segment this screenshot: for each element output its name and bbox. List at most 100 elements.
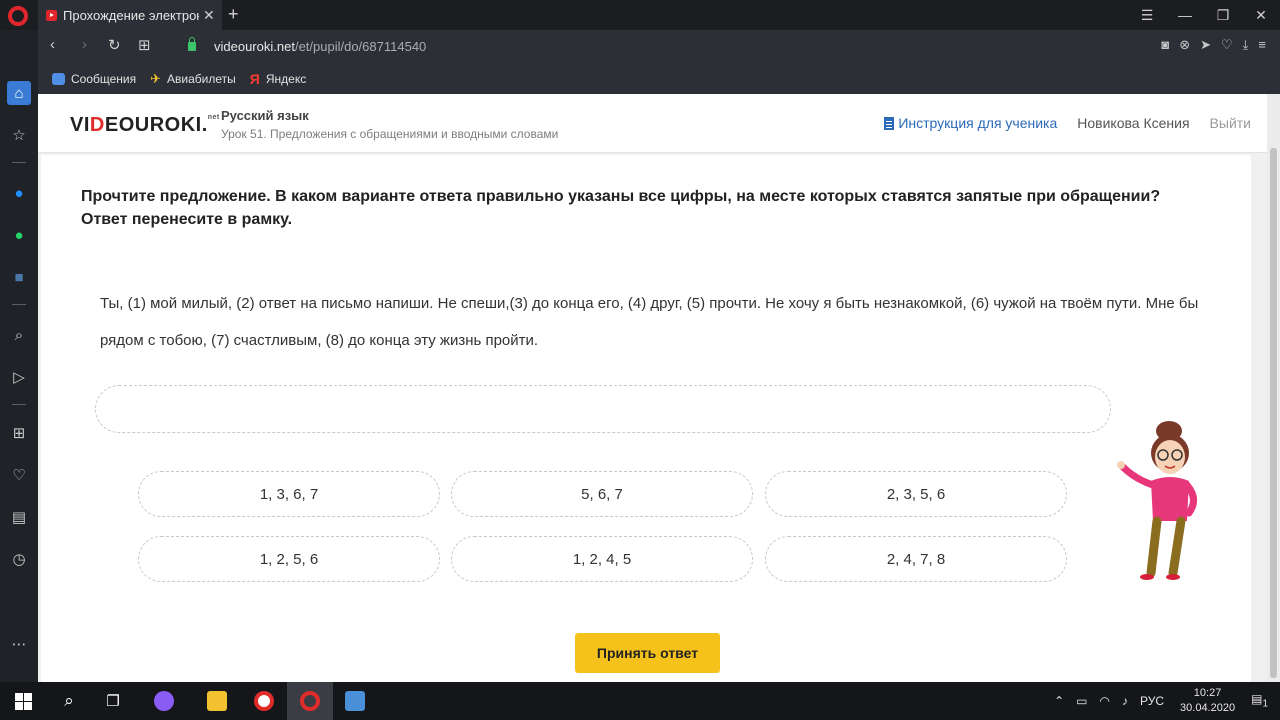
address-actions: ◙ ⊗ ➤ ♡ ⤓ ≡ — [1161, 37, 1266, 53]
snapshot-icon[interactable]: ◙ — [1161, 37, 1169, 53]
file-explorer-icon[interactable] — [194, 682, 240, 720]
address-bar: ‹ › ↻ ⊞ videouroki.net/et/pupil/do/68711… — [38, 30, 1280, 64]
videouroki-logo[interactable]: VIDEOUROKI.net — [70, 114, 220, 137]
yandex-browser-icon[interactable] — [241, 682, 287, 720]
news-icon[interactable]: ▤ — [7, 505, 31, 529]
course-info: Русский язык Урок 51. Предложения с обра… — [221, 108, 558, 141]
opera-sidebar: ⌂ ☆ ● ● ■ ⌕ ▷ ⊞ ♡ ▤ ◷ ⋯ — [0, 30, 38, 682]
window-close-icon[interactable]: ✕ — [1242, 0, 1280, 30]
answer-option[interactable]: 5, 6, 7 — [451, 471, 753, 517]
notification-count: 1 — [1262, 698, 1268, 710]
task-card: Прочтите предложение. В каком варианте о… — [41, 155, 1251, 682]
bookmark-avia[interactable]: ✈ Авиабилеты — [150, 72, 236, 86]
answer-option[interactable]: 2, 4, 7, 8 — [765, 536, 1067, 582]
adblock-icon[interactable]: ⊗ — [1179, 37, 1190, 53]
system-tray: ⌃ ▭ ◠ ♪ РУС 10:27 30.04.2020 ▤1 — [1048, 682, 1280, 720]
messenger-icon[interactable]: ● — [7, 181, 31, 205]
scrollbar-thumb[interactable] — [1270, 148, 1277, 678]
battery-icon[interactable]: ▭ — [1076, 694, 1087, 708]
logo-suffix: net — [207, 114, 220, 121]
volume-icon[interactable]: ♪ — [1122, 694, 1128, 708]
web-page: VIDEOUROKI.net Русский язык Урок 51. Пре… — [38, 94, 1267, 682]
bookmarks-star-icon[interactable]: ☆ — [7, 123, 31, 147]
instruction-link[interactable]: Инструкция для ученика — [884, 115, 1057, 131]
question-text: Прочтите предложение. В каком варианте о… — [81, 188, 1161, 228]
whatsapp-icon[interactable]: ● — [7, 223, 31, 247]
url-host: videouroki.net — [214, 39, 295, 54]
browser-tab-bar: Прохождение электронного ✕ + ☰ — ❐ ✕ — [0, 0, 1280, 30]
opera-taskbar-icon[interactable] — [287, 682, 333, 720]
bookmark-label: Сообщения — [71, 72, 137, 86]
bookmark-messages[interactable]: Сообщения — [52, 72, 136, 86]
bookmark-yandex[interactable]: Я Яндекс — [250, 72, 306, 86]
tab-close-icon[interactable]: ✕ — [203, 7, 215, 24]
sidebar-divider — [12, 404, 26, 405]
clock-date: 30.04.2020 — [1180, 702, 1236, 714]
logout-link[interactable]: Выйти — [1210, 115, 1251, 131]
favorites-heart-icon[interactable]: ♡ — [7, 463, 31, 487]
back-icon[interactable]: ‹ — [50, 36, 55, 53]
start-button[interactable] — [0, 682, 46, 720]
opera-logo-icon[interactable] — [8, 6, 28, 26]
user-name[interactable]: Новикова Ксения — [1077, 115, 1189, 131]
browser-tab-active[interactable]: Прохождение электронного ✕ — [38, 0, 222, 30]
taskbar-search-icon[interactable]: ⌕ — [46, 682, 92, 720]
reload-icon[interactable]: ↻ — [108, 36, 121, 54]
easy-setup-icon[interactable]: ≡ — [1258, 37, 1266, 53]
plane-icon: ✈ — [150, 71, 162, 86]
answer-option[interactable]: 1, 2, 4, 5 — [451, 536, 753, 582]
tab-menu-icon[interactable]: ☰ — [1128, 0, 1166, 30]
yandex-icon: Я — [249, 71, 260, 87]
new-tab-button[interactable]: + — [228, 4, 239, 25]
history-icon[interactable]: ◷ — [7, 547, 31, 571]
windows-logo-icon — [14, 692, 32, 710]
wifi-icon[interactable]: ◠ — [1100, 694, 1110, 708]
bookmark-label: Яндекс — [265, 72, 307, 86]
header-actions: Инструкция для ученика Новикова Ксения В… — [884, 115, 1251, 131]
download-icon[interactable]: ⤓ — [1243, 37, 1249, 53]
submit-answer-button[interactable]: Принять ответ — [575, 633, 720, 673]
minimize-icon[interactable]: — — [1166, 0, 1204, 30]
page-scrollbar[interactable] — [1267, 94, 1280, 682]
heart-icon[interactable]: ♡ — [1221, 37, 1233, 53]
logo-accent: D — [89, 114, 105, 136]
more-icon[interactable]: ⋯ — [7, 632, 31, 656]
speed-dial-icon[interactable]: ⊞ — [138, 36, 151, 54]
lesson-title: Урок 51. Предложения с обращениями и вво… — [221, 127, 559, 141]
task-view-icon[interactable]: ❐ — [90, 682, 136, 720]
instruction-label: Инструкция для ученика — [898, 115, 1058, 131]
sidebar-divider — [12, 162, 26, 163]
clock[interactable]: 10:27 30.04.2020 — [1180, 686, 1235, 716]
forward-icon[interactable]: › — [82, 36, 87, 53]
answer-option[interactable]: 2, 3, 5, 6 — [765, 471, 1067, 517]
search-icon[interactable]: ⌕ — [7, 323, 31, 347]
logo-text: EOUROKI. — [104, 114, 208, 136]
window-controls: ☰ — ❐ ✕ — [1128, 0, 1280, 30]
flow-icon[interactable]: ▷ — [7, 365, 31, 389]
vk-icon[interactable]: ■ — [7, 265, 31, 289]
alice-assistant-icon[interactable] — [141, 682, 187, 720]
language-indicator[interactable]: РУС — [1140, 694, 1164, 708]
url-field[interactable]: videouroki.net/et/pupil/do/687114540 — [214, 39, 426, 54]
course-title: Русский язык — [221, 108, 309, 123]
clock-time: 10:27 — [1193, 687, 1222, 699]
youtube-favicon-icon — [46, 9, 57, 21]
site-header: VIDEOUROKI.net Русский язык Урок 51. Пре… — [38, 94, 1267, 153]
home-icon[interactable]: ⌂ — [7, 81, 31, 105]
sidebar-divider — [12, 304, 26, 305]
tray-overflow-icon[interactable]: ⌃ — [1054, 694, 1064, 708]
windows-taskbar: ⌕ ❐ ⌃ ▭ ◠ ♪ РУС 10:27 30.04.2020 ▤1 — [0, 682, 1280, 720]
url-path: /et/pupil/do/687114540 — [294, 39, 427, 54]
maximize-icon[interactable]: ❐ — [1204, 0, 1242, 30]
speed-dial-grid-icon[interactable]: ⊞ — [7, 421, 31, 445]
messages-icon — [52, 73, 65, 85]
answer-drop-zone[interactable] — [95, 385, 1111, 433]
answer-option[interactable]: 1, 3, 6, 7 — [138, 471, 440, 517]
send-icon[interactable]: ➤ — [1200, 37, 1211, 53]
tab-title: Прохождение электронного — [63, 7, 199, 23]
logo-text: VI — [70, 114, 90, 136]
secure-lock-icon[interactable] — [188, 37, 196, 51]
paint-icon[interactable] — [332, 682, 378, 720]
notification-center-icon[interactable]: ▤1 — [1251, 692, 1268, 709]
answer-option[interactable]: 1, 2, 5, 6 — [138, 536, 440, 582]
